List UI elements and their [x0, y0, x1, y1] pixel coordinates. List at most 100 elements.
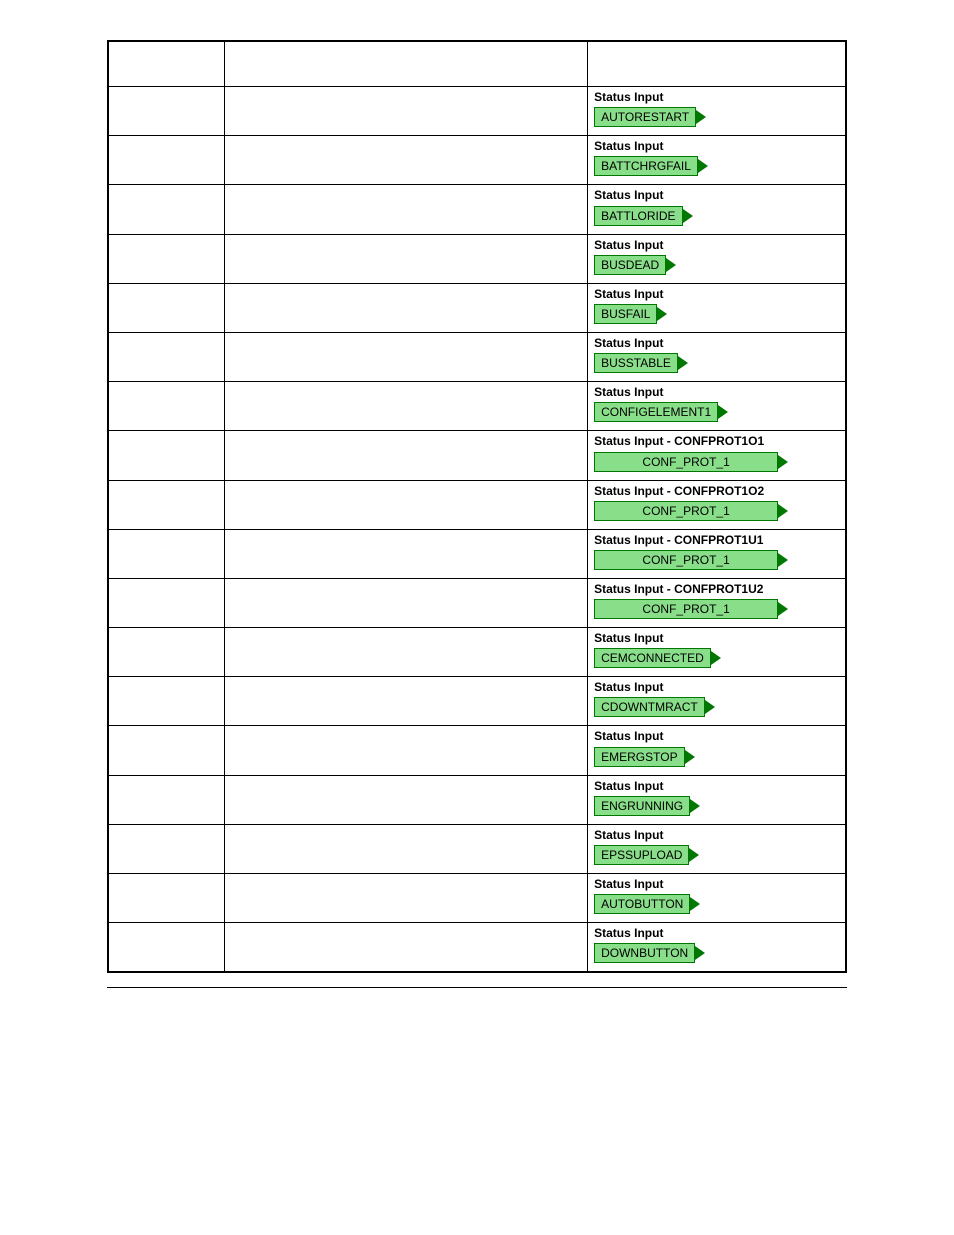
cell-col1 — [108, 136, 225, 185]
cell-col2 — [225, 87, 588, 136]
block-row: EMERGSTOP — [594, 747, 839, 767]
status-input-label: Status Input — [594, 189, 839, 202]
output-arrow-icon — [778, 455, 788, 469]
header-cell-2 — [225, 41, 588, 87]
cell-col3: Status Input - CONFPROT1O1CONF_PROT_1 — [588, 431, 846, 480]
block-row: CEMCONNECTED — [594, 648, 839, 668]
output-arrow-icon — [705, 700, 715, 714]
status-input-label: Status Input — [594, 730, 839, 743]
output-arrow-icon — [695, 946, 705, 960]
cell-col2 — [225, 185, 588, 234]
cell-col2 — [225, 529, 588, 578]
cell-col3: Status Input CONFIGELEMENT1 — [588, 382, 846, 431]
signal-block: BATTLORIDE — [594, 206, 682, 226]
cell-col3: Status Input - CONFPROT1U1 CONF_PROT_1 — [588, 529, 846, 578]
cell-col2 — [225, 726, 588, 775]
cell-col2 — [225, 234, 588, 283]
cell-col1 — [108, 677, 225, 726]
table-row: Status Input BUSDEAD — [108, 234, 846, 283]
table-row: Status InputAUTORESTART — [108, 87, 846, 136]
block-row: CDOWNTMRACT — [594, 697, 839, 717]
cell-col3: Status InputCEMCONNECTED — [588, 628, 846, 677]
signal-block: CONFIGELEMENT1 — [594, 402, 718, 422]
block-row: ENGRUNNING — [594, 796, 839, 816]
table-row: Status Input DOWNBUTTON — [108, 923, 846, 973]
status-input-label: Status Input — [594, 288, 839, 301]
cell-col1 — [108, 775, 225, 824]
output-arrow-icon — [657, 307, 667, 321]
block-row: EPSSUPLOAD — [594, 845, 839, 865]
signal-block: CEMCONNECTED — [594, 648, 711, 668]
output-arrow-icon — [678, 356, 688, 370]
table-row: Status Input CONFIGELEMENT1 — [108, 382, 846, 431]
signal-block: AUTORESTART — [594, 107, 696, 127]
status-input-label: Status Input — [594, 829, 839, 842]
cell-col3: Status Input - CONFPROT1O2 CONF_PROT_1 — [588, 480, 846, 529]
cell-col3: Status InputCDOWNTMRACT — [588, 677, 846, 726]
signal-block: ENGRUNNING — [594, 796, 690, 816]
output-arrow-icon — [690, 897, 700, 911]
cell-col2 — [225, 874, 588, 923]
status-input-label: Status Input — [594, 140, 839, 153]
cell-col1 — [108, 283, 225, 332]
page: Status InputAUTORESTARTStatus InputBATTC… — [0, 0, 954, 1028]
cell-col1 — [108, 185, 225, 234]
cell-col1 — [108, 923, 225, 973]
signal-block: BUSDEAD — [594, 255, 666, 275]
cell-col1 — [108, 578, 225, 627]
cell-col3: Status Input DOWNBUTTON — [588, 923, 846, 973]
signal-block: EMERGSTOP — [594, 747, 684, 767]
block-row: BUSDEAD — [594, 255, 839, 275]
status-input-label: Status Input - CONFPROT1U2 — [594, 583, 839, 596]
signal-block: BUSSTABLE — [594, 353, 678, 373]
cell-col3: Status Input BUSDEAD — [588, 234, 846, 283]
signal-block: DOWNBUTTON — [594, 943, 695, 963]
cell-col1 — [108, 874, 225, 923]
header-cell-1 — [108, 41, 225, 87]
table-body: Status InputAUTORESTARTStatus InputBATTC… — [108, 41, 846, 972]
status-input-label: Status Input - CONFPROT1O2 — [594, 485, 839, 498]
header-row — [108, 41, 846, 87]
status-input-label: Status Input — [594, 239, 839, 252]
signal-block: CONF_PROT_1 — [594, 501, 778, 521]
cell-col2 — [225, 382, 588, 431]
cell-col3: Status InputBUSSTABLE — [588, 332, 846, 381]
status-input-label: Status Input — [594, 780, 839, 793]
table-row: Status Input - CONFPROT1U2CONF_PROT_1 — [108, 578, 846, 627]
cell-col2 — [225, 628, 588, 677]
block-row: DOWNBUTTON — [594, 943, 839, 963]
cell-col2 — [225, 136, 588, 185]
output-arrow-icon — [689, 848, 699, 862]
output-arrow-icon — [718, 405, 728, 419]
cell-col3: Status Input BATTLORIDE — [588, 185, 846, 234]
status-input-label: Status Input - CONFPROT1O1 — [594, 435, 839, 448]
table-row: Status Input EPSSUPLOAD — [108, 824, 846, 873]
table-row: Status Input - CONFPROT1O1CONF_PROT_1 — [108, 431, 846, 480]
table-row: Status InputBATTCHRGFAIL — [108, 136, 846, 185]
cell-col2 — [225, 480, 588, 529]
output-arrow-icon — [698, 159, 708, 173]
cell-col2 — [225, 431, 588, 480]
block-row: AUTOBUTTON — [594, 894, 839, 914]
output-arrow-icon — [683, 209, 693, 223]
status-input-label: Status Input — [594, 878, 839, 891]
table-row: Status InputCDOWNTMRACT — [108, 677, 846, 726]
table-row: Status Input - CONFPROT1U1 CONF_PROT_1 — [108, 529, 846, 578]
table-row: Status Input ENGRUNNING — [108, 775, 846, 824]
output-arrow-icon — [778, 553, 788, 567]
output-arrow-icon — [696, 110, 706, 124]
cell-col3: Status Input - CONFPROT1U2CONF_PROT_1 — [588, 578, 846, 627]
cell-col1 — [108, 382, 225, 431]
cell-col2 — [225, 677, 588, 726]
status-input-label: Status Input — [594, 386, 839, 399]
signal-block: EPSSUPLOAD — [594, 845, 689, 865]
status-input-label: Status Input - CONFPROT1U1 — [594, 534, 839, 547]
status-input-label: Status Input — [594, 927, 839, 940]
output-arrow-icon — [778, 602, 788, 616]
table-row: Status InputBUSSTABLE — [108, 332, 846, 381]
table-row: Status InputCEMCONNECTED — [108, 628, 846, 677]
table-row: Status Input - CONFPROT1O2 CONF_PROT_1 — [108, 480, 846, 529]
cell-col3: Status Input AUTOBUTTON — [588, 874, 846, 923]
signal-block: CONF_PROT_1 — [594, 550, 778, 570]
status-input-table: Status InputAUTORESTARTStatus InputBATTC… — [107, 40, 847, 973]
